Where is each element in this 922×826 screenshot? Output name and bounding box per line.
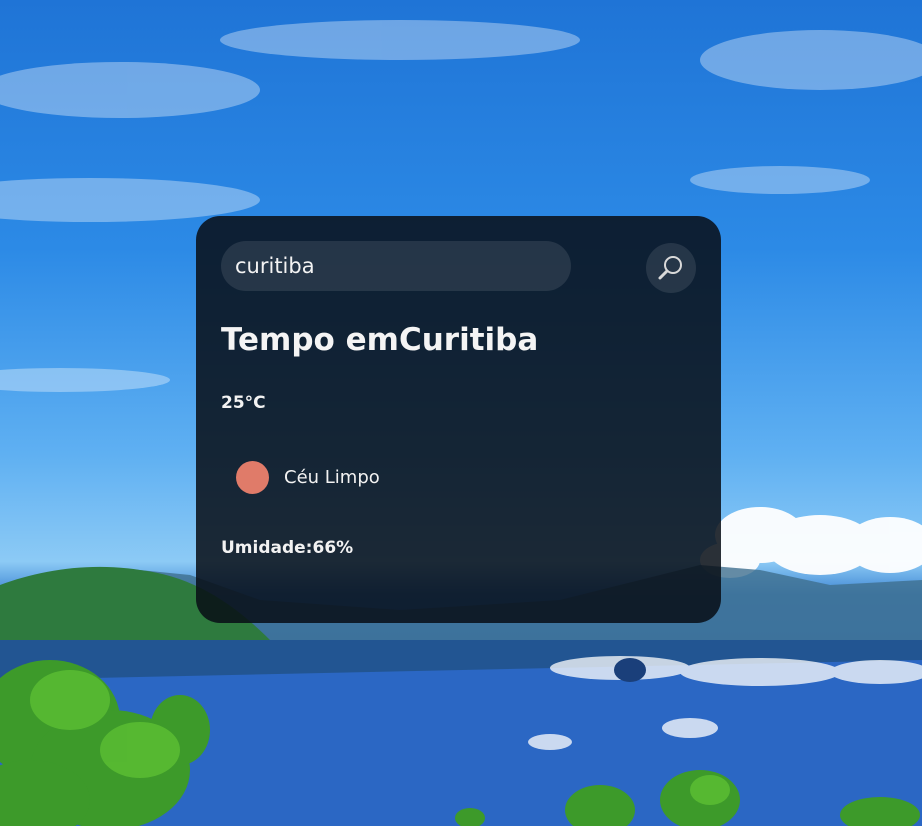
condition-label: Céu Limpo (284, 466, 380, 488)
humidity-value: 66% (312, 538, 354, 558)
weather-title: Tempo emCuritiba (221, 322, 538, 358)
humidity: Umidade:66% (221, 538, 353, 558)
search-button[interactable] (646, 243, 696, 293)
title-prefix: Tempo em (221, 322, 399, 358)
weather-card: Tempo emCuritiba 25°C Céu Limpo Umidade:… (196, 216, 721, 623)
city-name: Curitiba (398, 322, 539, 358)
humidity-label: Umidade: (221, 538, 313, 558)
temperature-value: 25°C (221, 393, 266, 413)
search-bar (221, 241, 696, 293)
city-search-input[interactable] (221, 241, 571, 291)
weather-condition: Céu Limpo (236, 460, 380, 494)
weather-condition-icon (236, 460, 269, 494)
search-icon (658, 256, 682, 280)
